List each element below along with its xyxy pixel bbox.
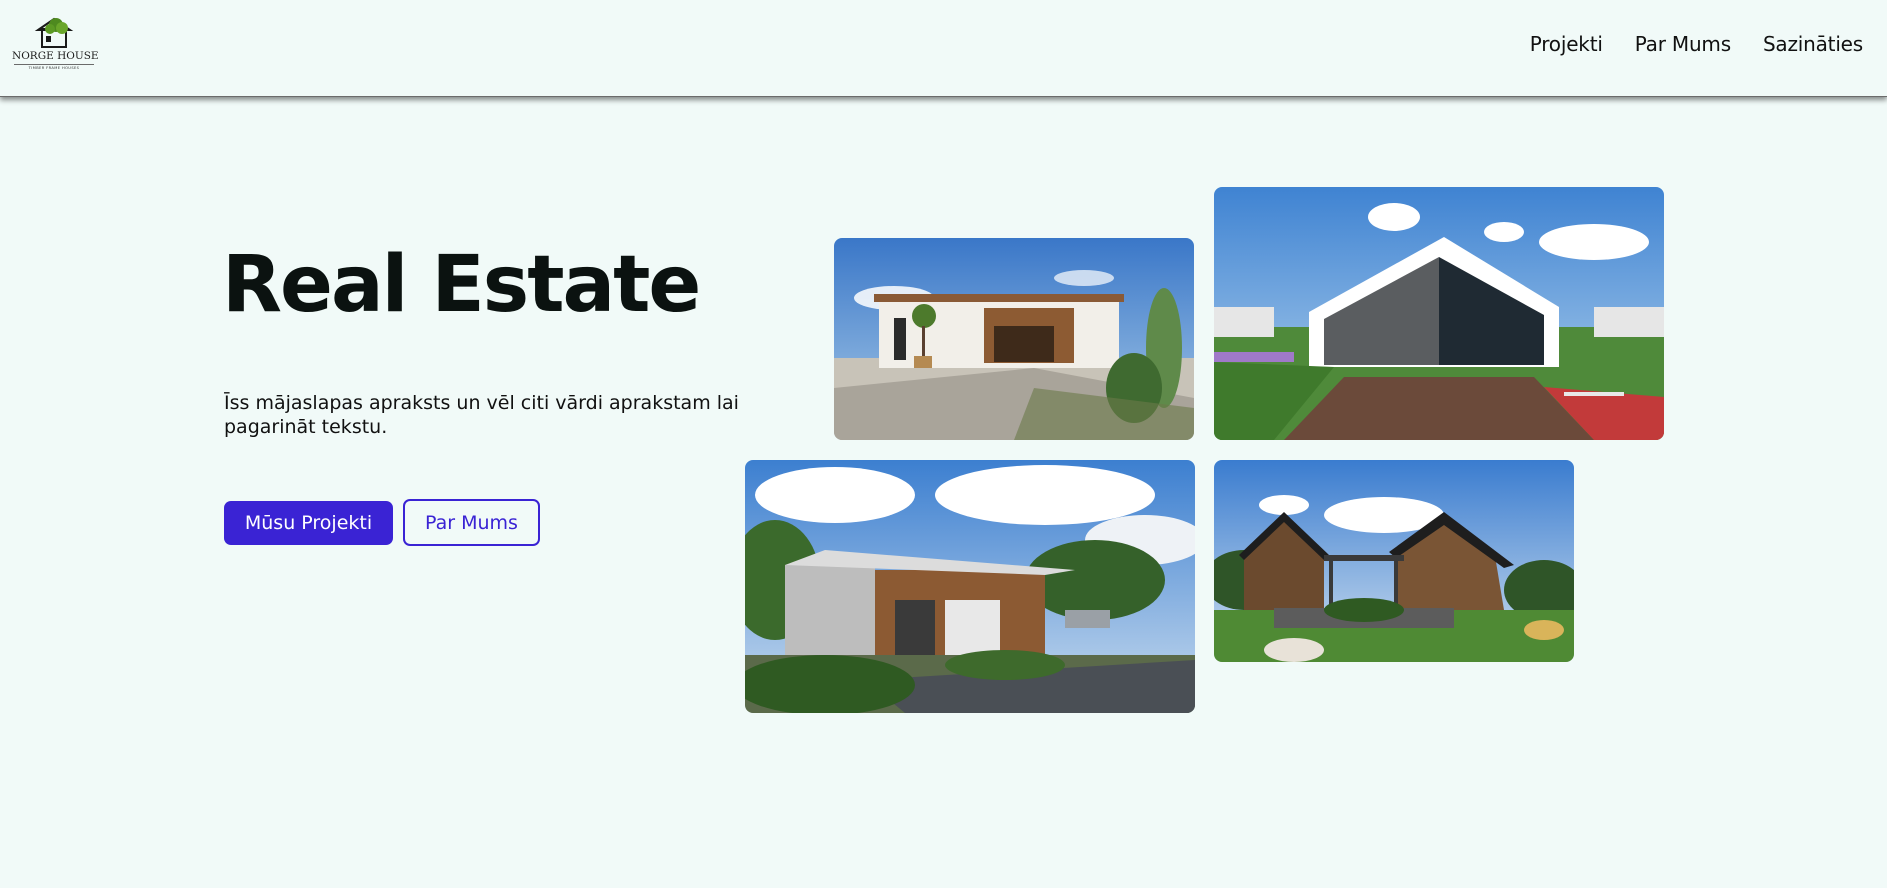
project-photo-4[interactable] xyxy=(1214,460,1574,662)
logo-tagline: TIMBER FRAME HOUSES xyxy=(14,64,94,70)
house-tree-icon xyxy=(34,17,74,48)
main-nav: Projekti Par Mums Sazināties xyxy=(1530,32,1863,56)
nav-link-projekti[interactable]: Projekti xyxy=(1530,32,1603,56)
site-header: NORGE HOUSE TIMBER FRAME HOUSES Projekti… xyxy=(0,0,1887,97)
hero-title: Real Estate xyxy=(222,240,701,330)
project-photo-3[interactable] xyxy=(745,460,1195,713)
logo-name: NORGE HOUSE xyxy=(12,50,99,62)
project-photo-2[interactable] xyxy=(1214,187,1664,440)
our-projects-button[interactable]: Mūsu Projekti xyxy=(224,501,393,545)
about-us-button[interactable]: Par Mums xyxy=(403,499,540,546)
hero-description: Īss mājaslapas apraksts un vēl citi vārd… xyxy=(224,392,739,438)
nav-link-sazinaties[interactable]: Sazināties xyxy=(1763,32,1863,56)
project-photo-1[interactable] xyxy=(834,238,1194,440)
logo[interactable]: NORGE HOUSE TIMBER FRAME HOUSES xyxy=(12,14,99,70)
nav-link-par-mums[interactable]: Par Mums xyxy=(1635,32,1731,56)
